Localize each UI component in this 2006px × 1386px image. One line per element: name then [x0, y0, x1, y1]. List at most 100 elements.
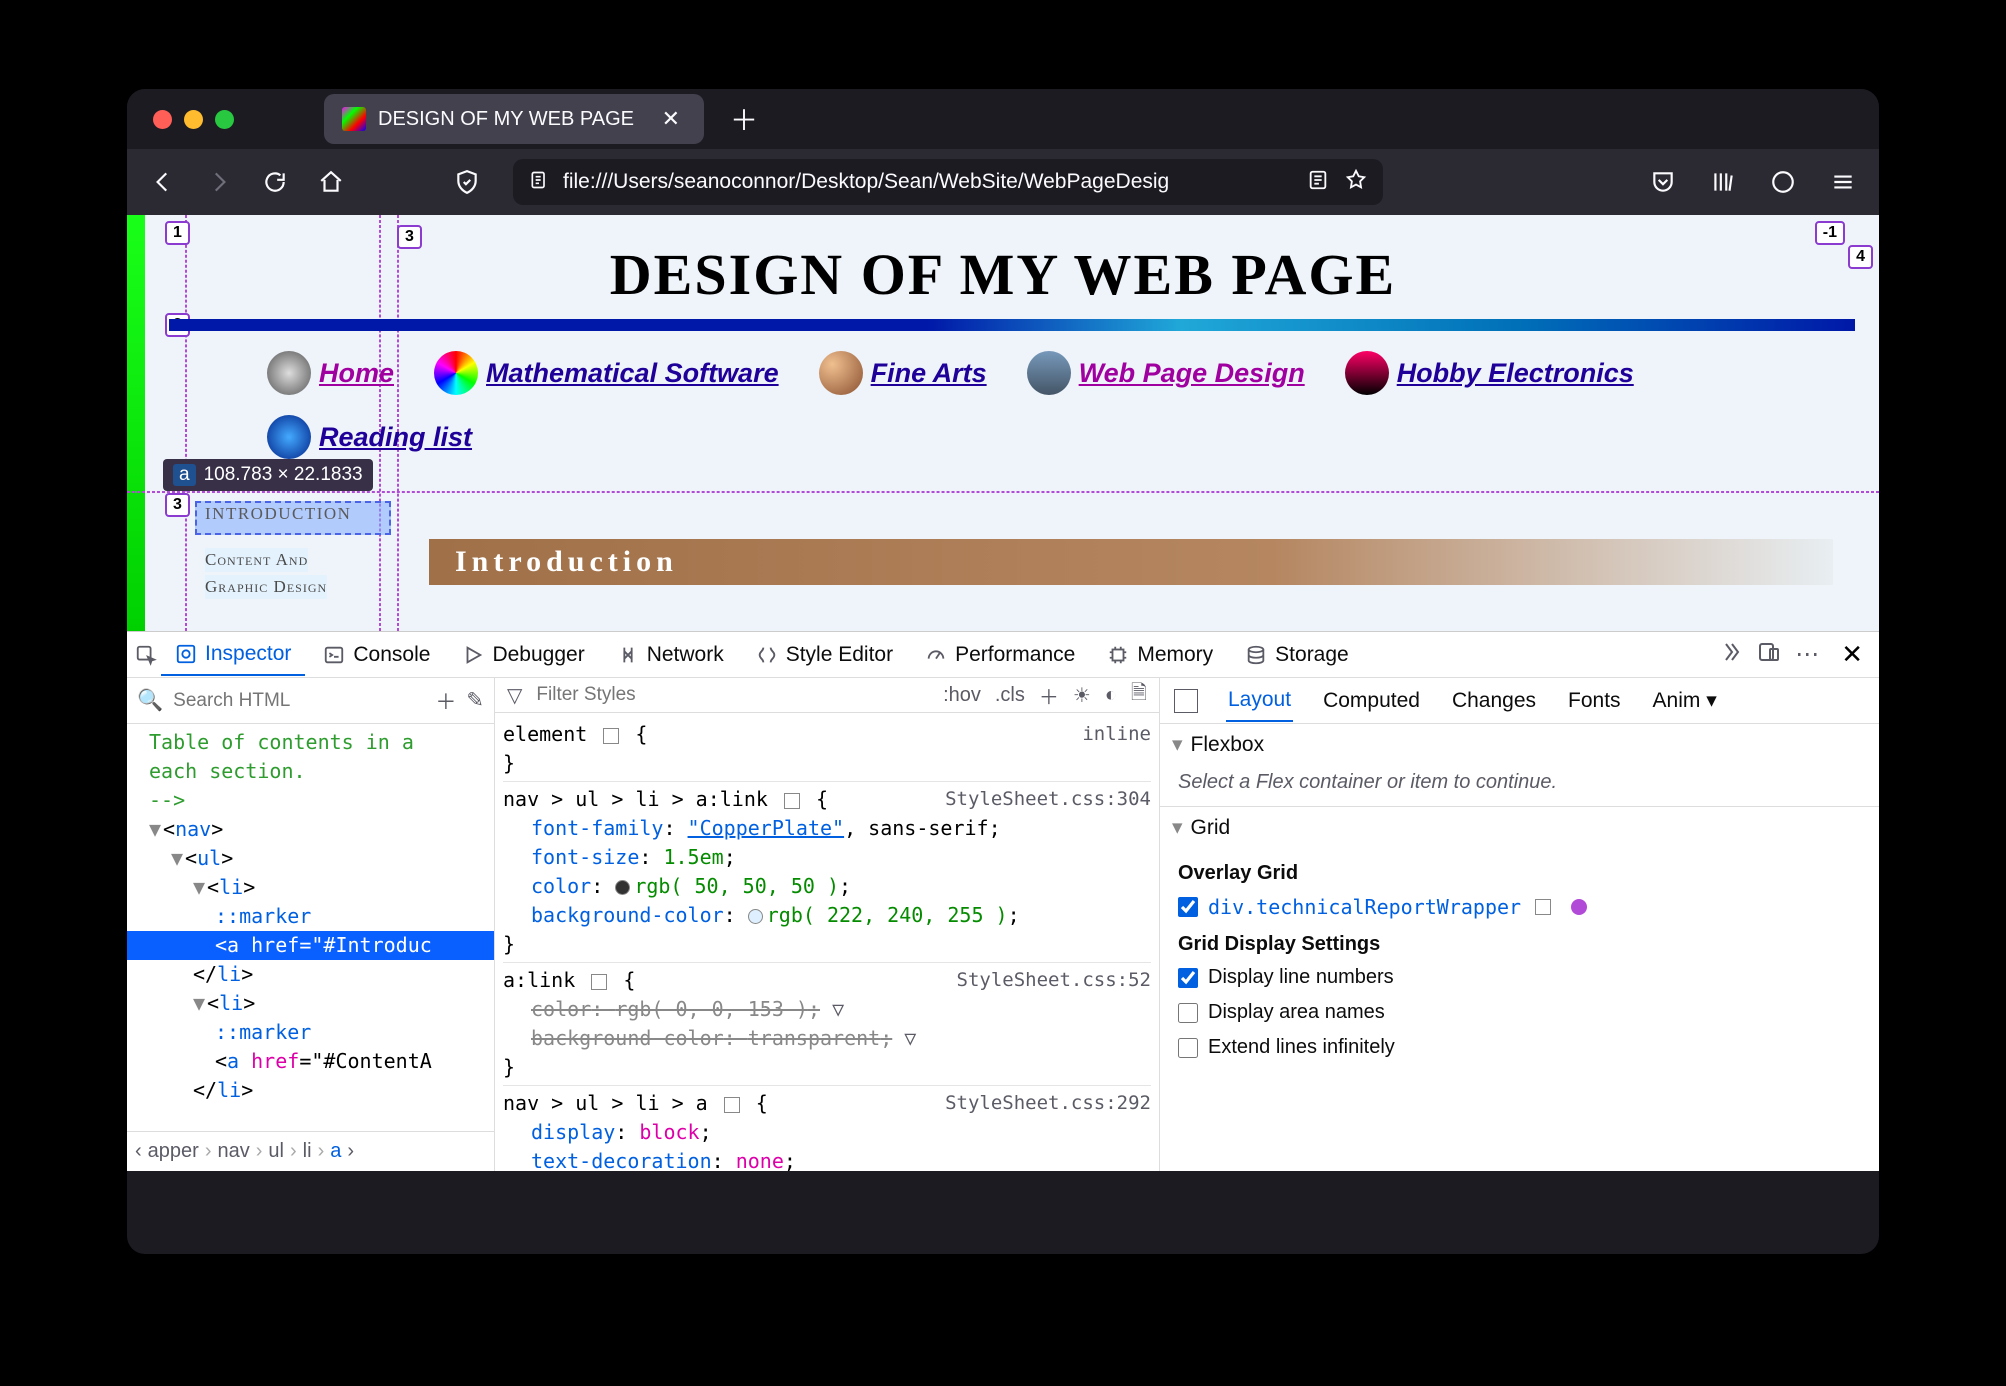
nav-web[interactable]: Web Page Design: [1027, 351, 1305, 395]
grid-color-swatch[interactable]: [1571, 899, 1587, 915]
page-info-icon[interactable]: [529, 169, 549, 196]
pocket-icon[interactable]: [1645, 164, 1681, 200]
tab-storage[interactable]: Storage: [1231, 635, 1363, 675]
new-tab-button[interactable]: ＋: [730, 99, 758, 139]
tabs-overflow-icon[interactable]: [1719, 640, 1743, 669]
tab-title: DESIGN OF MY WEB PAGE: [378, 108, 634, 131]
crumb-scroll-right-icon[interactable]: ›: [347, 1140, 354, 1163]
add-element-icon[interactable]: ＋: [435, 686, 456, 716]
bookmark-star-icon[interactable]: [1345, 169, 1367, 196]
nav-hw[interactable]: Hobby Electronics: [1345, 351, 1634, 395]
favicon-icon: [342, 107, 366, 131]
dom-tree[interactable]: Table of contents in a each section. -->…: [127, 724, 494, 1131]
traffic-lights: [153, 110, 234, 129]
tube-icon: [1345, 351, 1389, 395]
tab-performance[interactable]: Performance: [911, 635, 1089, 675]
tab-style-editor[interactable]: Style Editor: [742, 635, 907, 675]
url-bar[interactable]: file:///Users/seanoconnor/Desktop/Sean/W…: [513, 159, 1383, 205]
app-menu-button[interactable]: [1825, 164, 1861, 200]
minimize-window-button[interactable]: [184, 110, 203, 129]
opt-area-names[interactable]: Display area names: [1178, 995, 1861, 1030]
nav-art[interactable]: Fine Arts: [819, 351, 987, 395]
home-icon: [267, 351, 311, 395]
crumb-scroll-left-icon[interactable]: ‹: [135, 1140, 142, 1163]
devtools-close-button[interactable]: ✕: [1833, 635, 1871, 674]
grid-marker: 3: [165, 493, 190, 517]
subtab-animations[interactable]: Anim ▾: [1651, 680, 1719, 721]
light-theme-icon[interactable]: ☀: [1073, 683, 1091, 708]
page-divider: [169, 319, 1855, 331]
layout-pane: Layout Computed Changes Fonts Anim ▾ ▾Fl…: [1160, 678, 1879, 1171]
tab-inspector[interactable]: Inspector: [161, 634, 305, 676]
storage-icon: [1245, 644, 1267, 666]
cls-button[interactable]: .cls: [995, 684, 1025, 707]
sidenav-content[interactable]: Content And: [205, 548, 308, 572]
server-icon: [1027, 351, 1071, 395]
print-media-icon[interactable]: 🗎: [1131, 678, 1147, 712]
nav-reading[interactable]: Reading list: [267, 415, 472, 459]
style-editor-icon: [756, 644, 778, 666]
performance-icon: [925, 644, 947, 666]
styles-pane: ▽ :hov .cls ＋ ☀ ◐ 🗎 inline element {}: [495, 678, 1160, 1171]
section-banner: Introduction: [429, 539, 1833, 585]
responsive-mode-icon[interactable]: [1757, 640, 1781, 669]
search-html-input[interactable]: [173, 690, 425, 712]
reload-button[interactable]: [257, 164, 293, 200]
reader-mode-icon[interactable]: [1307, 169, 1329, 196]
opt-line-numbers[interactable]: Display line numbers: [1178, 960, 1861, 995]
filter-icon: ▽: [507, 683, 522, 708]
forward-button[interactable]: [201, 164, 237, 200]
shield-icon[interactable]: [449, 164, 485, 200]
browser-tab[interactable]: DESIGN OF MY WEB PAGE ✕: [324, 94, 704, 144]
maximize-window-button[interactable]: [215, 110, 234, 129]
filter-styles-input[interactable]: [536, 684, 781, 706]
pick-element-icon[interactable]: [135, 644, 157, 666]
sidenav-intro[interactable]: Introduction: [205, 504, 351, 524]
tab-close-button[interactable]: ✕: [656, 104, 686, 134]
subtab-changes[interactable]: Changes: [1450, 681, 1538, 721]
portrait-icon: [819, 351, 863, 395]
nav-home[interactable]: Home: [267, 351, 394, 395]
pseudo-hov-button[interactable]: :hov: [943, 684, 981, 707]
cd-icon: [434, 351, 478, 395]
devtools-panel: Inspector Console Debugger Network Style…: [127, 631, 1879, 1171]
console-icon: [323, 644, 345, 666]
subtab-layout[interactable]: Layout: [1226, 680, 1293, 722]
tab-debugger[interactable]: Debugger: [448, 635, 598, 675]
network-icon: [617, 644, 639, 666]
account-icon[interactable]: [1765, 164, 1801, 200]
tab-network[interactable]: Network: [603, 635, 738, 675]
add-rule-icon[interactable]: ＋: [1039, 681, 1059, 710]
flexbox-section-header[interactable]: ▾Flexbox: [1160, 724, 1879, 765]
tab-memory[interactable]: Memory: [1093, 635, 1227, 675]
layout-sidebar-toggle-icon[interactable]: [1174, 689, 1198, 713]
opt-extend-lines[interactable]: Extend lines infinitely: [1178, 1030, 1861, 1065]
meatball-menu-icon[interactable]: ⋯: [1795, 640, 1819, 669]
home-button[interactable]: [313, 164, 349, 200]
css-rules[interactable]: inline element {} StyleSheet.css:304 nav…: [495, 713, 1159, 1171]
tab-console[interactable]: Console: [309, 635, 444, 675]
target-icon[interactable]: [1535, 899, 1551, 915]
sidenav-graphic[interactable]: Graphic Design: [205, 575, 327, 599]
inspector-icon: [175, 643, 197, 665]
dom-selected-node[interactable]: <a href="#Introduc: [127, 931, 494, 960]
back-button[interactable]: [145, 164, 181, 200]
library-icon[interactable]: [1705, 164, 1741, 200]
grid-overlay-checkbox[interactable]: div.technicalReportWrapper: [1178, 889, 1861, 925]
browser-toolbar: file:///Users/seanoconnor/Desktop/Sean/W…: [127, 149, 1879, 215]
subtab-computed[interactable]: Computed: [1321, 681, 1422, 721]
url-text: file:///Users/seanoconnor/Desktop/Sean/W…: [563, 170, 1169, 194]
nav-math[interactable]: Mathematical Software: [434, 351, 779, 395]
dom-pane: 🔍 ＋ ✎ Table of contents in a each sectio…: [127, 678, 495, 1171]
dark-theme-icon[interactable]: ◐: [1105, 684, 1117, 707]
breadcrumb[interactable]: ‹ apper› nav› ul› li› a ›: [127, 1131, 494, 1171]
page-viewport: 1 2 3 3 -1 4 DESIGN OF MY WEB PAGE Home …: [127, 215, 1879, 631]
inspector-highlight-tooltip: a 108.783 × 22.1833: [163, 459, 373, 491]
subtab-fonts[interactable]: Fonts: [1566, 681, 1623, 721]
eyedropper-icon[interactable]: ✎: [466, 688, 484, 713]
nav-reading-row: Reading list: [267, 415, 472, 459]
close-window-button[interactable]: [153, 110, 172, 129]
window-titlebar: DESIGN OF MY WEB PAGE ✕ ＋: [127, 89, 1879, 149]
memory-icon: [1107, 644, 1129, 666]
grid-section-header[interactable]: ▾Grid: [1160, 807, 1879, 848]
